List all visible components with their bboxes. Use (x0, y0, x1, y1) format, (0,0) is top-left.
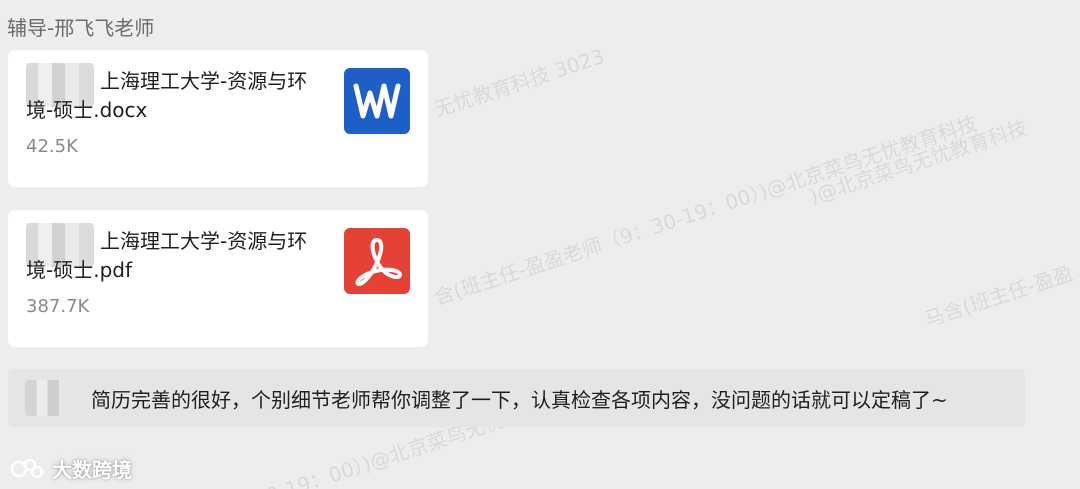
file-title-text: 上海理工大学-资源与环境-硕士.pdf (26, 229, 308, 282)
redacted-message-prefix (25, 380, 72, 416)
file-title: 上海理工大学-资源与环境-硕士.docx (26, 67, 326, 125)
watermark-text: 含(班主任-盈盈老师（9：30-19：00）)@北京菜鸟无忧教育科技 (431, 110, 980, 310)
brand-mark: 大数跨境 (10, 454, 132, 483)
message-text: 简历完善的很好，个别细节老师帮你调整了一下，认真检查各项内容，没问题的话就可以定… (91, 388, 948, 412)
word-icon (344, 68, 410, 134)
sender-name: 辅导-邢飞飞老师 (7, 16, 155, 40)
watermark-text: 马含(班主任-盈盈 (921, 260, 1077, 332)
file-card-pdf[interactable]: 上海理工大学-资源与环境-硕士.pdf 387.7K (8, 210, 428, 347)
file-title: 上海理工大学-资源与环境-硕士.pdf (26, 227, 326, 285)
pdf-icon (344, 228, 410, 294)
file-title-text: 上海理工大学-资源与环境-硕士.docx (26, 69, 308, 122)
watermark-text: 无忧教育科技 3023 (431, 44, 608, 122)
watermark-text: )@北京菜鸟无忧教育科技 (806, 115, 1031, 209)
message-bubble: 简历完善的很好，个别细节老师帮你调整了一下，认真检查各项内容，没问题的话就可以定… (8, 369, 1025, 427)
file-card-docx[interactable]: 上海理工大学-资源与环境-硕士.docx 42.5K (8, 50, 428, 187)
file-size: 387.7K (26, 296, 90, 317)
brand-text: 大数跨境 (52, 458, 132, 482)
brand-logo-icon (10, 457, 46, 481)
file-size: 42.5K (26, 136, 78, 157)
